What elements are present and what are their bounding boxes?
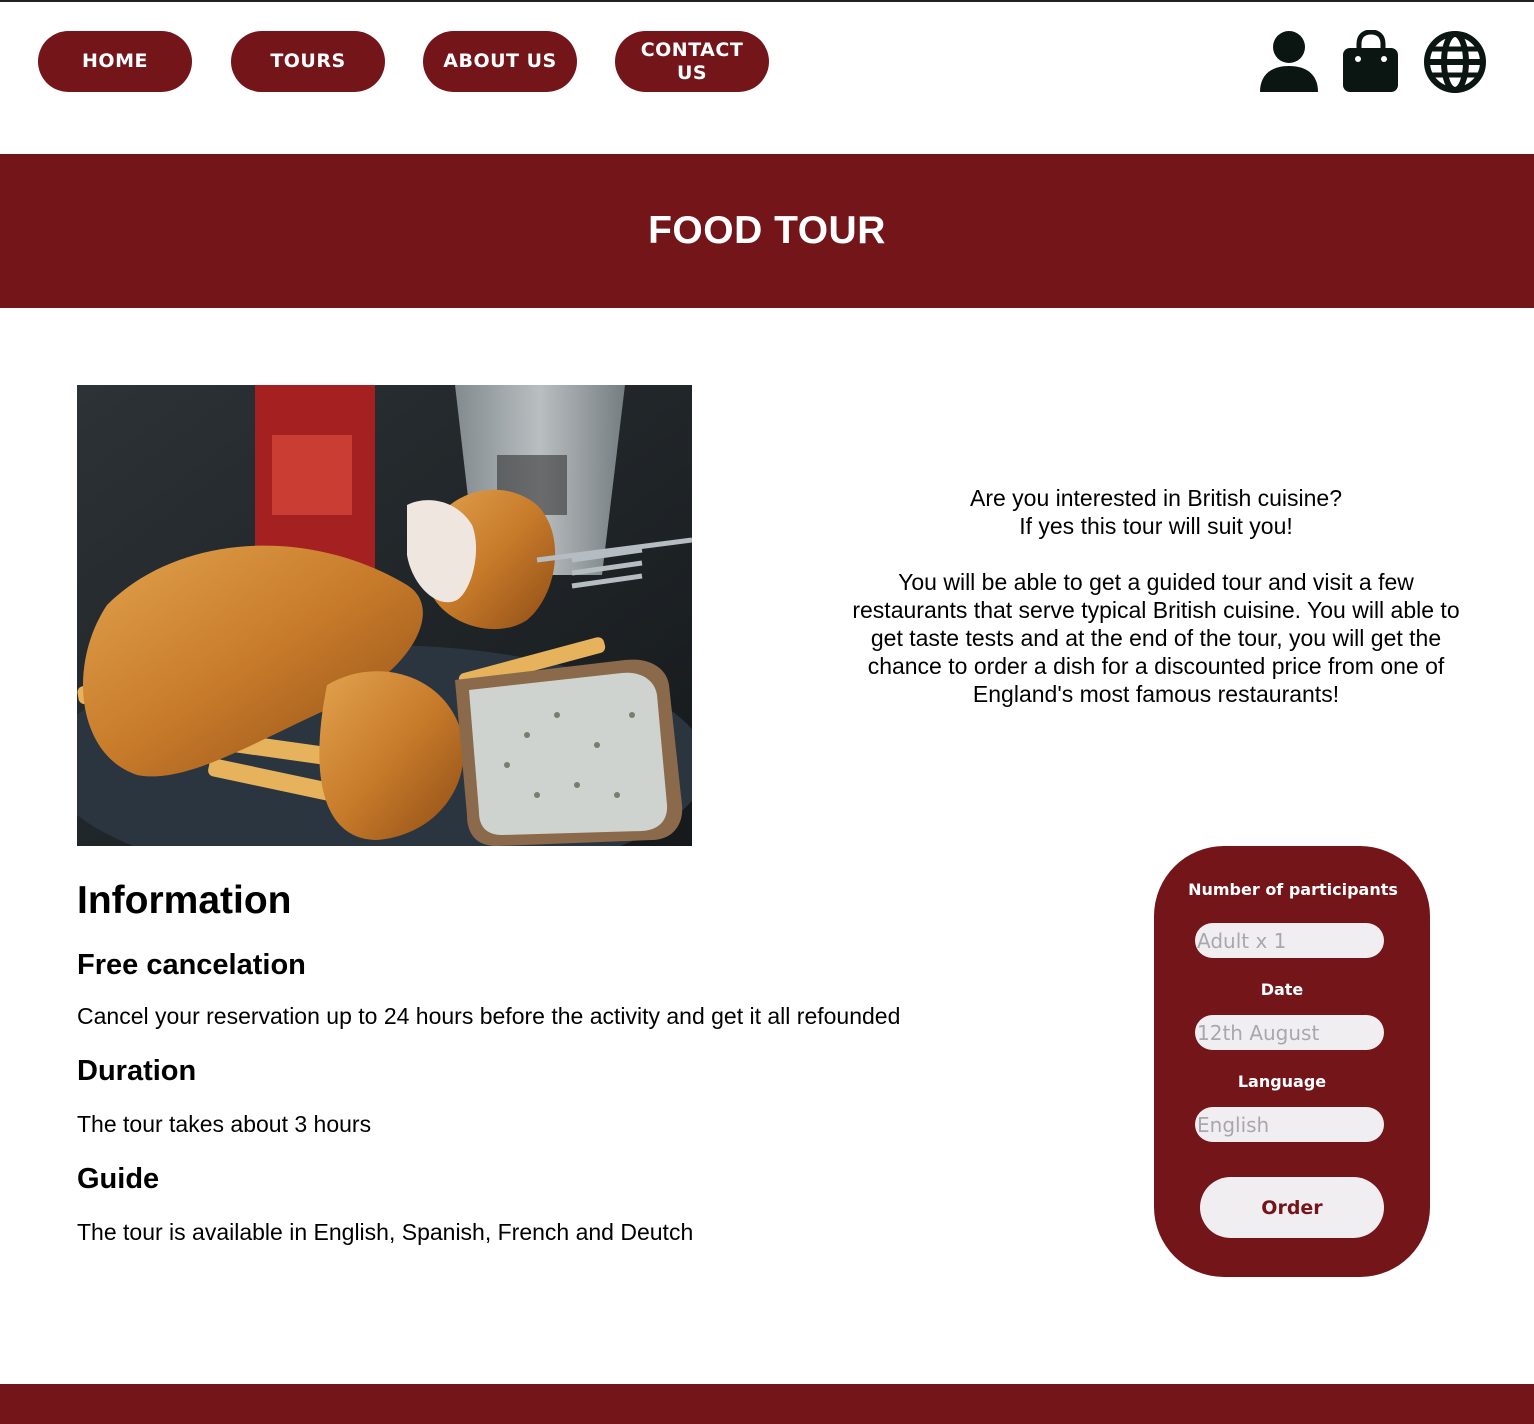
duration-heading: Duration — [77, 1055, 197, 1087]
order-form: Number of participants Date Language Ord… — [1154, 846, 1430, 1277]
footer-bar — [0, 1384, 1534, 1424]
participants-input[interactable] — [1195, 923, 1384, 958]
user-icon[interactable] — [1258, 30, 1320, 94]
globe-icon[interactable] — [1423, 30, 1486, 94]
date-input[interactable] — [1195, 1015, 1384, 1050]
information-section: Information Free cancelation Cancel your… — [77, 878, 1077, 1246]
order-button[interactable]: Order — [1200, 1177, 1384, 1238]
date-label: Date — [1260, 980, 1304, 999]
language-input[interactable] — [1195, 1107, 1384, 1142]
cancelation-text: Cancel your reservation up to 24 hours b… — [77, 1003, 901, 1029]
nav-about-button[interactable]: ABOUT US — [423, 31, 577, 92]
nav-home-button[interactable]: HOME — [38, 31, 192, 92]
food-photo — [77, 385, 692, 846]
language-label: Language — [1237, 1072, 1327, 1091]
information-heading: Information — [77, 879, 292, 922]
guide-text: The tour is available in English, Spanis… — [77, 1219, 694, 1245]
page-title: FOOD TOUR — [648, 209, 886, 252]
description-body: You will be able to get a guided tour an… — [852, 569, 1460, 707]
duration-text: The tour takes about 3 hours — [77, 1111, 372, 1137]
guide-heading: Guide — [77, 1163, 160, 1195]
participants-label: Number of participants — [1188, 880, 1398, 899]
nav-contact-button[interactable]: CONTACT US — [615, 31, 769, 92]
title-banner: FOOD TOUR — [0, 154, 1534, 308]
shopping-bag-icon[interactable] — [1340, 29, 1402, 94]
top-border — [0, 0, 1534, 2]
tour-description: Are you interested in British cuisine? I… — [840, 484, 1472, 708]
description-intro: Are you interested in British cuisine? I… — [969, 485, 1343, 539]
cancelation-heading: Free cancelation — [77, 949, 306, 981]
nav-tours-button[interactable]: TOURS — [231, 31, 385, 92]
